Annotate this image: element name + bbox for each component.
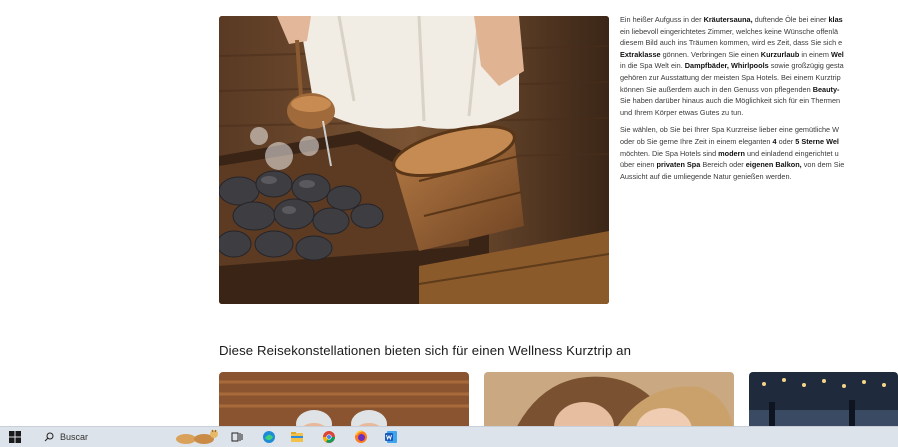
text-run: in die Spa Welt ein. bbox=[620, 61, 685, 71]
start-button[interactable] bbox=[6, 430, 24, 444]
taskbar: Buscar bbox=[0, 426, 898, 447]
text-run: und Ihrem Körper etwas Gutes zu tun. bbox=[620, 107, 744, 117]
text-run: duftende Öle bei einer bbox=[752, 15, 829, 24]
text-run: ein liebevoll eingerichtetes Zimmer, wel… bbox=[620, 26, 839, 36]
text-run: Sie wählen, ob Sie bei Ihrer Spa Kurzrei… bbox=[620, 125, 840, 135]
text-run: möchten. Die Spa Hotels sind bbox=[620, 148, 719, 158]
text-run: oder ob Sie gerne Ihre Zeit in einem ele… bbox=[620, 136, 773, 146]
section-title: Diese Reisekonstellationen bieten sich f… bbox=[219, 343, 632, 358]
text-run: in einem bbox=[799, 49, 831, 59]
bold-phrase: 5 Sterne Wel bbox=[795, 136, 839, 146]
bold-phrase: modern bbox=[718, 148, 745, 158]
bold-phrase: Dampfbäder, Whirlpools bbox=[684, 61, 769, 71]
bold-phrase: Extraklasse bbox=[620, 49, 661, 59]
text-line: über einen privaten Spa Bereich oder eig… bbox=[620, 160, 844, 169]
word-button[interactable] bbox=[384, 430, 398, 444]
text-line: Aussicht auf die umliegende Natur genieß… bbox=[620, 172, 792, 181]
mother-daughter-photo bbox=[484, 372, 734, 426]
task-view-button[interactable] bbox=[230, 430, 244, 444]
evening-lights-photo bbox=[749, 372, 898, 426]
trip-card-evening[interactable] bbox=[749, 372, 898, 426]
bold-phrase: Kräutersauna, bbox=[703, 15, 753, 24]
text-line: möchten. Die Spa Hotels sind modern und … bbox=[620, 149, 839, 158]
text-line: Sie wählen, ob Sie bei Ihrer Spa Kurzrei… bbox=[620, 125, 839, 134]
text-run: von dem Sie bbox=[801, 160, 845, 170]
text-run: diesem Bild auch ins Träumen kommen, wir… bbox=[620, 38, 843, 48]
edge-icon bbox=[263, 431, 275, 443]
bold-phrase: Wel bbox=[830, 49, 844, 59]
article-paragraph-1: Ein heißer Aufguss in der Kräutersauna, … bbox=[620, 14, 898, 118]
firefox-icon bbox=[355, 430, 367, 443]
sauna-hero-image bbox=[219, 16, 609, 304]
edge-button[interactable] bbox=[262, 430, 276, 444]
text-run: können Sie außerdem auch in den Genuss v… bbox=[620, 84, 813, 94]
text-run: gehören zur Ausstattung der meisten Spa … bbox=[620, 72, 841, 82]
trip-card-couple[interactable] bbox=[219, 372, 469, 426]
bold-phrase: Beauty- bbox=[812, 84, 840, 94]
text-line: ein liebevoll eingerichtetes Zimmer, wel… bbox=[620, 27, 838, 36]
search-placeholder: Buscar bbox=[60, 432, 89, 442]
task-view-icon bbox=[231, 432, 243, 442]
search-icon bbox=[44, 432, 54, 442]
chrome-icon bbox=[323, 431, 335, 443]
text-line: in die Spa Welt ein. Dampfbäder, Whirlpo… bbox=[620, 61, 844, 70]
text-line: Extraklasse gönnen. Verbringen Sie einen… bbox=[620, 50, 844, 59]
firefox-button[interactable] bbox=[354, 430, 368, 444]
text-run: Sie haben darüber hinaus auch die Möglic… bbox=[620, 96, 841, 106]
text-run: oder bbox=[776, 136, 796, 146]
taskbar-search[interactable]: Buscar bbox=[44, 430, 154, 444]
cat-widget-icon bbox=[176, 429, 218, 444]
bold-phrase: privaten Spa bbox=[656, 160, 701, 170]
text-run: Bereich oder bbox=[700, 160, 746, 170]
text-run: und einladend eingerichtet u bbox=[744, 148, 839, 158]
web-page: Ein heißer Aufguss in der Kräutersauna, … bbox=[0, 0, 898, 426]
chrome-button[interactable] bbox=[322, 430, 336, 444]
text-run: gönnen. Verbringen Sie einen bbox=[660, 49, 761, 59]
text-line: und Ihrem Körper etwas Gutes zu tun. bbox=[620, 108, 743, 117]
text-run: sowie großzügig gesta bbox=[768, 61, 844, 71]
text-line: Sie haben darüber hinaus auch die Möglic… bbox=[620, 96, 840, 105]
bold-phrase: klas bbox=[828, 15, 843, 24]
word-icon bbox=[385, 431, 397, 443]
start-icon bbox=[9, 431, 21, 443]
text-line: Ein heißer Aufguss in der Kräutersauna, … bbox=[620, 15, 843, 24]
text-line: oder ob Sie gerne Ihre Zeit in einem ele… bbox=[620, 137, 839, 146]
sauna-couple-photo bbox=[219, 372, 469, 426]
article-paragraph-2: Sie wählen, ob Sie bei Ihrer Spa Kurzrei… bbox=[620, 124, 898, 182]
file-explorer-icon bbox=[291, 432, 303, 442]
text-line: diesem Bild auch ins Träumen kommen, wir… bbox=[620, 38, 842, 47]
bold-phrase: eigenen Balkon, bbox=[745, 160, 802, 170]
trip-card-family[interactable] bbox=[484, 372, 734, 426]
file-explorer-button[interactable] bbox=[290, 430, 304, 444]
text-run: über einen bbox=[620, 160, 657, 170]
bold-phrase: Kurzurlaub bbox=[760, 49, 800, 59]
article-text: Ein heißer Aufguss in der Kräutersauna, … bbox=[620, 14, 898, 188]
text-run: Aussicht auf die umliegende Natur genieß… bbox=[620, 171, 792, 181]
text-line: können Sie außerdem auch in den Genuss v… bbox=[620, 85, 839, 94]
text-run: Ein heißer Aufguss in der bbox=[620, 15, 704, 24]
text-line: gehören zur Ausstattung der meisten Spa … bbox=[620, 73, 841, 82]
widget-button[interactable] bbox=[172, 429, 220, 444]
